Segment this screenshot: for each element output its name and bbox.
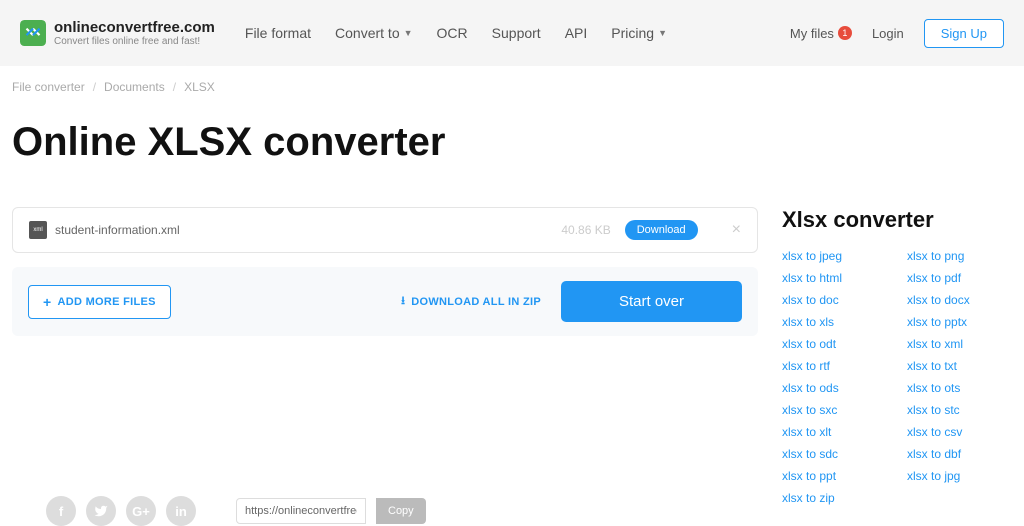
my-files-label: My files [790, 26, 834, 41]
chevron-down-icon: ▼ [404, 28, 413, 38]
conversion-link[interactable]: xlsx to docx [907, 293, 1012, 307]
action-bar: + ADD MORE FILES ⭳ DOWNLOAD ALL IN ZIP S… [12, 267, 758, 336]
breadcrumb-item[interactable]: XLSX [184, 80, 215, 94]
main-nav: File format Convert to▼ OCR Support API Prici… [245, 25, 790, 41]
conversion-link[interactable]: xlsx to txt [907, 359, 1012, 373]
breadcrumb-separator: / [173, 80, 176, 94]
download-zip-label: DOWNLOAD ALL IN ZIP [411, 296, 541, 308]
file-name: student-information.xml [55, 223, 561, 237]
sidebar: Xlsx converter xlsx to jpegxlsx to pngxl… [782, 207, 1012, 526]
conversion-link[interactable]: xlsx to xlt [782, 425, 887, 439]
breadcrumb: File converter / Documents / XLSX [0, 66, 1024, 108]
start-over-button[interactable]: Start over [561, 281, 742, 322]
conversion-link[interactable]: xlsx to stc [907, 403, 1012, 417]
googleplus-icon[interactable]: G+ [126, 496, 156, 526]
share-url-input[interactable] [236, 498, 366, 524]
breadcrumb-separator: / [93, 80, 96, 94]
right-nav: My files 1 Login Sign Up [790, 19, 1004, 48]
conversion-link[interactable]: xlsx to pptx [907, 315, 1012, 329]
badge-icon: 1 [838, 26, 852, 40]
add-more-files-button[interactable]: + ADD MORE FILES [28, 285, 171, 319]
my-files-link[interactable]: My files 1 [790, 26, 852, 41]
xml-file-icon: xml [29, 221, 47, 239]
facebook-icon[interactable]: f [46, 496, 76, 526]
twitter-icon[interactable] [86, 496, 116, 526]
conversion-link[interactable]: xlsx to csv [907, 425, 1012, 439]
nav-item-convert-to[interactable]: Convert to▼ [335, 25, 413, 41]
copy-button[interactable]: Copy [376, 498, 426, 524]
conversion-link[interactable]: xlsx to html [782, 271, 887, 285]
close-icon[interactable]: × [732, 221, 741, 239]
conversion-link[interactable]: xlsx to ppt [782, 469, 887, 483]
conversion-link[interactable]: xlsx to sxc [782, 403, 887, 417]
chevron-down-icon: ▼ [658, 28, 667, 38]
conversion-link[interactable]: xlsx to png [907, 249, 1012, 263]
conversion-link[interactable]: xlsx to odt [782, 337, 887, 351]
conversion-link[interactable]: xlsx to jpeg [782, 249, 887, 263]
conversion-link[interactable]: xlsx to dbf [907, 447, 1012, 461]
sidebar-title: Xlsx converter [782, 207, 1012, 233]
conversion-link[interactable]: xlsx to pdf [907, 271, 1012, 285]
conversion-link[interactable]: xlsx to xml [907, 337, 1012, 351]
plus-icon: + [43, 294, 51, 310]
logo-title: onlineconvertfree.com [54, 19, 215, 36]
download-all-zip-button[interactable]: ⭳ DOWNLOAD ALL IN ZIP [401, 292, 541, 311]
breadcrumb-item[interactable]: Documents [104, 80, 165, 94]
conversion-link[interactable]: xlsx to ods [782, 381, 887, 395]
nav-item-ocr[interactable]: OCR [437, 25, 468, 41]
logo[interactable]: onlineconvertfree.com Convert files onli… [20, 19, 215, 47]
breadcrumb-item[interactable]: File converter [12, 80, 85, 94]
page-title: Online XLSX converter [0, 108, 1024, 177]
conversion-link[interactable]: xlsx to ots [907, 381, 1012, 395]
header: onlineconvertfree.com Convert files onli… [0, 0, 1024, 66]
signup-button[interactable]: Sign Up [924, 19, 1004, 48]
nav-item-pricing[interactable]: Pricing▼ [611, 25, 667, 41]
conversion-link[interactable]: xlsx to xls [782, 315, 887, 329]
share-row: f G+ in Copy [12, 496, 758, 526]
conversion-links: xlsx to jpeg xlsx to png xlsx to html xlsx … [782, 249, 1012, 505]
download-button[interactable]: Download [625, 220, 698, 240]
main-area: xml student-information.xml 40.86 KB Dow… [12, 207, 758, 526]
nav-item-api[interactable]: API [565, 25, 588, 41]
linkedin-icon[interactable]: in [166, 496, 196, 526]
conversion-link[interactable]: xlsx to rtf [782, 359, 887, 373]
conversion-link[interactable]: xlsx to jpg [907, 469, 1012, 483]
conversion-link[interactable]: xlsx to sdc [782, 447, 887, 461]
download-icon: ⭳ [401, 292, 405, 311]
add-more-label: ADD MORE FILES [57, 296, 155, 308]
login-link[interactable]: Login [872, 26, 904, 41]
logo-icon [20, 20, 46, 46]
logo-subtitle: Convert files online free and fast! [54, 36, 215, 47]
nav-item-support[interactable]: Support [492, 25, 541, 41]
nav-item-file-format[interactable]: File format [245, 25, 311, 41]
conversion-link[interactable]: xlsx to zip [782, 491, 887, 505]
file-row: xml student-information.xml 40.86 KB Dow… [12, 207, 758, 253]
file-size: 40.86 KB [561, 223, 610, 237]
conversion-link[interactable]: xlsx to doc [782, 293, 887, 307]
